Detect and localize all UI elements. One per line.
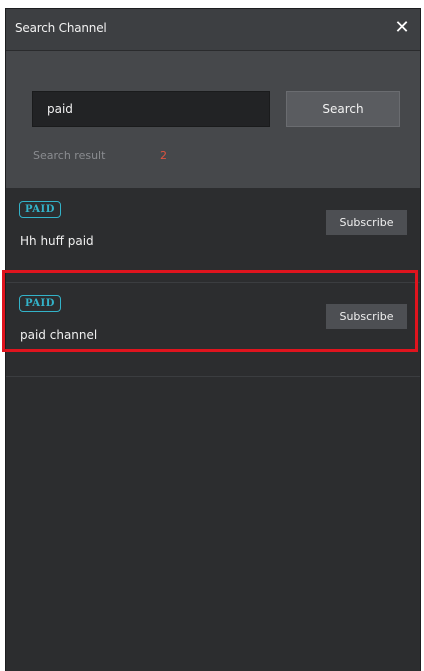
search-input[interactable] <box>32 91 270 127</box>
search-result-label: Search result <box>33 149 106 162</box>
search-panel: Search Search result 2 <box>6 51 420 188</box>
paid-badge: PAID <box>19 201 61 218</box>
paid-badge: PAID <box>19 295 61 312</box>
search-result-count: 2 <box>160 149 167 162</box>
list-item: PAID paid channel Subscribe <box>6 283 420 377</box>
dialog-title: Search Channel <box>15 21 107 35</box>
close-icon[interactable]: ✕ <box>392 18 412 38</box>
list-item: PAID Hh huff paid Subscribe <box>6 189 420 283</box>
title-bar: Search Channel ✕ <box>6 9 420 51</box>
subscribe-button[interactable]: Subscribe <box>326 210 407 235</box>
channel-name: paid channel <box>20 328 98 342</box>
search-channel-dialog: Search Channel ✕ Search Search result 2 … <box>6 9 420 671</box>
channel-name: Hh huff paid <box>20 234 94 248</box>
channel-result-list: PAID Hh huff paid Subscribe PAID paid ch… <box>6 189 420 377</box>
subscribe-button[interactable]: Subscribe <box>326 304 407 329</box>
search-button[interactable]: Search <box>286 91 400 127</box>
